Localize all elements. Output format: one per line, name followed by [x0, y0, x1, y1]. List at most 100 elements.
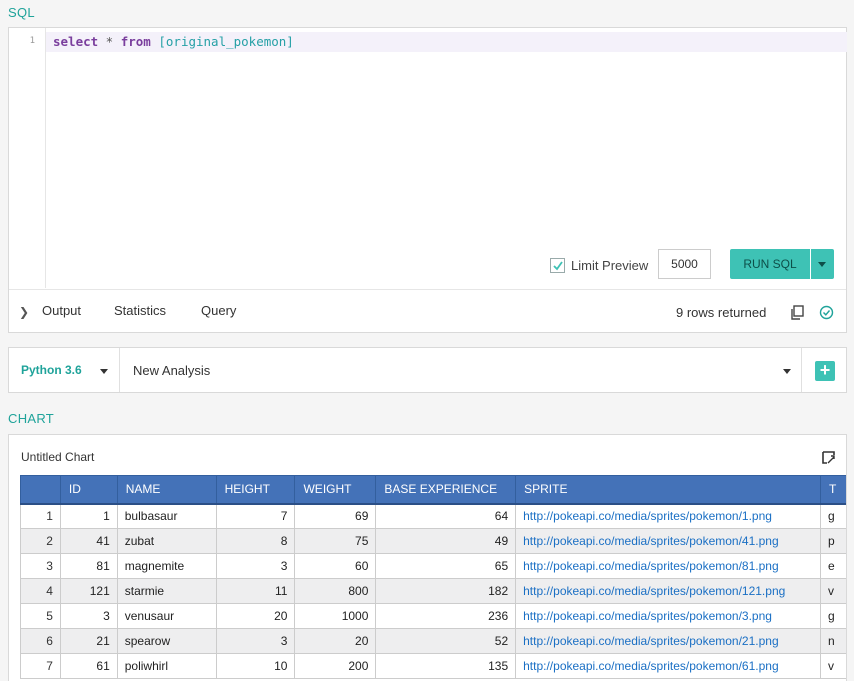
row-index: 6 — [20, 628, 61, 654]
divider — [801, 348, 802, 392]
chevron-right-icon[interactable]: ❯ — [19, 305, 29, 319]
cell-base-experience: 135 — [375, 653, 517, 679]
cell-name: magnemite — [116, 553, 217, 579]
run-sql-button[interactable]: RUN SQL — [730, 249, 810, 279]
column-header-sprite[interactable]: SPRITE — [515, 475, 821, 505]
cell-weight: 800 — [294, 578, 377, 604]
chart-section-label: CHART — [8, 411, 55, 426]
cell-weight: 75 — [294, 528, 377, 554]
column-header-base-experience[interactable]: BASE EXPERIENCE — [375, 475, 517, 505]
result-table: ID NAME HEIGHT WEIGHT BASE EXPERIENCE SP… — [20, 475, 846, 679]
table-row[interactable]: 4 121 starmie 11 800 182 http://pokeapi.co/med… — [20, 578, 846, 604]
run-sql-dropdown-button[interactable] — [811, 249, 834, 279]
limit-preview-label: Limit Preview — [571, 258, 649, 273]
cell-sprite-link[interactable]: http://pokeapi.co/media/sprites/pokemon/… — [515, 653, 821, 679]
analysis-select[interactable]: New Analysis — [133, 363, 210, 378]
cell-weight: 20 — [294, 628, 377, 654]
result-table-wrapper[interactable]: ID NAME HEIGHT WEIGHT BASE EXPERIENCE SP… — [20, 475, 846, 681]
cell-type: e — [819, 553, 846, 579]
limit-value-input[interactable]: 5000 — [658, 249, 711, 279]
cell-sprite-link[interactable]: http://pokeapi.co/media/sprites/pokemon/… — [515, 603, 821, 629]
chart-panel: Untitled Chart ID NAME HEIGHT WEIGHT BAS… — [8, 434, 847, 681]
table-row[interactable]: 2 41 zubat 8 75 49 http://pokeapi.co/media/spr… — [20, 528, 846, 554]
sql-editor-panel: 1 select * from [original_pokemon] Limit… — [8, 27, 847, 333]
cell-weight: 69 — [294, 503, 377, 529]
cell-id: 81 — [59, 553, 118, 579]
cell-sprite-link[interactable]: http://pokeapi.co/media/sprites/pokemon/… — [515, 578, 821, 604]
cell-type: p — [819, 528, 846, 554]
cell-base-experience: 236 — [375, 603, 517, 629]
table-row[interactable]: 6 21 spearow 3 20 52 http://pokeapi.co/media/s… — [20, 628, 846, 654]
cell-base-experience: 49 — [375, 528, 517, 554]
sql-keyword-from: from — [120, 34, 151, 49]
cell-base-experience: 182 — [375, 578, 517, 604]
cell-type: g — [819, 603, 846, 629]
tab-output[interactable]: Output — [42, 303, 81, 318]
check-icon — [553, 261, 563, 271]
sql-star: * — [98, 34, 121, 49]
editor-gutter: 1 — [9, 28, 46, 288]
sql-section-label: SQL — [8, 5, 35, 20]
cell-name: starmie — [116, 578, 217, 604]
tab-statistics[interactable]: Statistics — [114, 303, 166, 318]
kernel-select[interactable]: Python 3.6 — [21, 363, 82, 377]
table-header-row: ID NAME HEIGHT WEIGHT BASE EXPERIENCE SP… — [20, 475, 846, 505]
cell-id: 61 — [59, 653, 118, 679]
row-index: 3 — [20, 553, 61, 579]
cell-name: venusaur — [116, 603, 217, 629]
cell-id: 1 — [59, 503, 118, 529]
cell-height: 3 — [215, 628, 296, 654]
sql-keyword-select: select — [53, 34, 99, 49]
cell-base-experience: 65 — [375, 553, 517, 579]
cell-weight: 200 — [294, 653, 377, 679]
cell-sprite-link[interactable]: http://pokeapi.co/media/sprites/pokemon/… — [515, 503, 821, 529]
cell-type: n — [819, 628, 846, 654]
cell-base-experience: 64 — [375, 503, 517, 529]
copy-icon[interactable] — [790, 305, 805, 320]
add-analysis-button[interactable]: + — [815, 361, 835, 381]
column-header-id[interactable]: ID — [59, 475, 118, 505]
cell-sprite-link[interactable]: http://pokeapi.co/media/sprites/pokemon/… — [515, 628, 821, 654]
cell-id: 21 — [59, 628, 118, 654]
row-index: 5 — [20, 603, 61, 629]
row-index: 1 — [20, 503, 61, 529]
cell-type: v — [819, 653, 846, 679]
table-row[interactable]: 5 3 venusaur 20 1000 236 http://pokeapi.co/med… — [20, 603, 846, 629]
chart-settings-icon[interactable] — [822, 451, 835, 464]
cell-name: spearow — [116, 628, 217, 654]
cell-weight: 60 — [294, 553, 377, 579]
chart-title[interactable]: Untitled Chart — [21, 450, 94, 464]
column-header[interactable] — [20, 475, 61, 505]
line-number: 1 — [29, 36, 35, 46]
sql-code-line[interactable]: select * from [original_pokemon] — [46, 32, 847, 52]
cell-sprite-link[interactable]: http://pokeapi.co/media/sprites/pokemon/… — [515, 553, 821, 579]
table-row[interactable]: 1 1 bulbasaur 7 69 64 http://pokeapi.co/media/… — [20, 503, 846, 529]
column-header-height[interactable]: HEIGHT — [215, 475, 296, 505]
cell-type: g — [819, 503, 846, 529]
cell-type: v — [819, 578, 846, 604]
column-header-name[interactable]: NAME — [116, 475, 217, 505]
row-index: 7 — [20, 653, 61, 679]
divider — [119, 348, 120, 392]
cell-height: 3 — [215, 553, 296, 579]
cell-height: 20 — [215, 603, 296, 629]
chevron-down-icon[interactable] — [783, 369, 791, 374]
tab-query[interactable]: Query — [201, 303, 236, 318]
cell-id: 41 — [59, 528, 118, 554]
cell-name: poliwhirl — [116, 653, 217, 679]
analysis-bar: Python 3.6 New Analysis + — [8, 347, 847, 393]
rows-returned-status: 9 rows returned — [676, 305, 767, 320]
cell-height: 8 — [215, 528, 296, 554]
cell-name: zubat — [116, 528, 217, 554]
column-header-type[interactable]: T — [819, 475, 846, 505]
chevron-down-icon[interactable] — [100, 369, 108, 374]
cell-id: 121 — [59, 578, 118, 604]
cell-name: bulbasaur — [116, 503, 217, 529]
limit-preview-checkbox[interactable] — [550, 258, 565, 273]
column-header-weight[interactable]: WEIGHT — [294, 475, 377, 505]
table-row[interactable]: 3 81 magnemite 3 60 65 http://pokeapi.co/media… — [20, 553, 846, 579]
cell-height: 10 — [215, 653, 296, 679]
success-check-icon — [819, 305, 834, 320]
cell-sprite-link[interactable]: http://pokeapi.co/media/sprites/pokemon/… — [515, 528, 821, 554]
table-row[interactable]: 7 61 poliwhirl 10 200 135 http://pokeapi.co/me… — [20, 653, 846, 679]
